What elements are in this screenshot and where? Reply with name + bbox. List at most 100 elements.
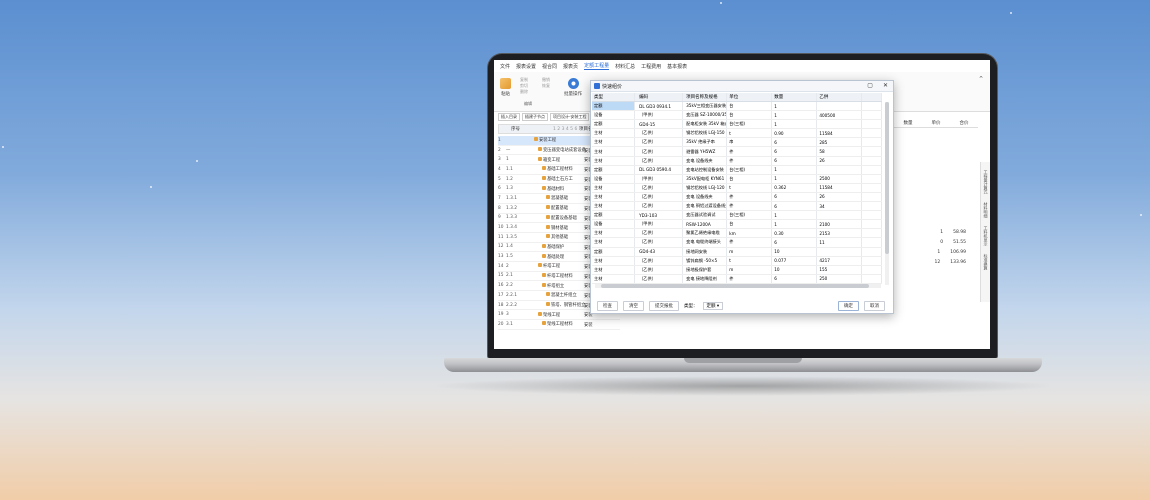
- dialog-row[interactable]: 设备 （甲供） RSW-1200A 台 1 2100: [592, 220, 882, 230]
- right-grid-row: 0 51.55: [894, 240, 978, 245]
- qty-cell: 1: [772, 102, 818, 111]
- name-cell: 接地极保护套: [683, 265, 728, 274]
- vertical-scrollbar[interactable]: [885, 102, 889, 285]
- extra-cell: [862, 147, 882, 156]
- dialog-row[interactable]: 定额 YD3-103 变压器试验调试 台(三相) 1: [592, 211, 882, 221]
- type-cell: 主材: [592, 138, 636, 147]
- supply-cell: 2153: [817, 229, 863, 238]
- menu-item[interactable]: 工程费用: [641, 63, 661, 70]
- menu-item[interactable]: 基本报表: [667, 63, 687, 70]
- row-number: 1: [498, 137, 501, 143]
- dialog-row[interactable]: 主材 （乙供） 钢芯铝绞线 LGJ-150 t 0.90 11584: [592, 129, 882, 139]
- qty-cell: 6: [772, 156, 818, 165]
- dialog-row[interactable]: 主材 （乙供） 变电 铜铝过渡设备线夹件 6 34: [592, 202, 882, 212]
- clear-button[interactable]: 清空: [623, 301, 644, 311]
- side-tab[interactable]: 材料明细: [983, 202, 989, 218]
- folder-icon: [546, 205, 550, 210]
- check-button[interactable]: 检查: [597, 301, 618, 311]
- row-number: 8: [498, 205, 501, 211]
- menu-item[interactable]: 材料汇总: [615, 63, 635, 70]
- dialog-row[interactable]: 主材 （乙供） 变电 接地降阻剂件 6 250: [592, 274, 882, 284]
- supply-cell: 155: [817, 265, 863, 274]
- toolbar-button[interactable]: 项目设计-安装工程: [550, 113, 590, 121]
- dialog-row[interactable]: 主材 （乙供） 钢芯铝绞线 LGJ-120 t 0.362 11584: [592, 183, 882, 193]
- dialog-row[interactable]: 主材 （乙供） 聚氯乙烯绝缘电缆 km 0.30 2153: [592, 229, 882, 239]
- supply-cell: [817, 165, 863, 174]
- menu-item[interactable]: 报表页: [563, 63, 578, 70]
- dialog-row[interactable]: 定额 GD4-43 接地网安装 m 10: [592, 247, 882, 257]
- row-name: 杆塔组立: [530, 282, 564, 289]
- type-cell: 主材: [592, 129, 636, 138]
- name-cell: 变电 设备线夹: [683, 156, 728, 165]
- type-select[interactable]: 定额 ▾: [702, 302, 724, 310]
- menu-bar: 文件 报表设置 视合同 报表页 定额工程量 材料汇总 工程费用 基本报表: [494, 60, 990, 72]
- horizontal-scrollbar[interactable]: [595, 284, 881, 288]
- row-name: 钢材基础: [530, 224, 568, 231]
- folder-icon: [542, 166, 546, 171]
- code-cell: （乙供）: [635, 156, 684, 165]
- name-cell: 变电站控制设备安装: [683, 165, 728, 174]
- extra-cell: [862, 183, 882, 192]
- dialog-row[interactable]: 主材 （乙供） 接地极保护套 m 10 155: [592, 265, 882, 275]
- dialog-row[interactable]: 定额 DL GD3 0590.4 变电站控制设备安装 台(三相) 1: [592, 165, 882, 175]
- ok-button[interactable]: 确定: [838, 301, 859, 311]
- dialog-row[interactable]: 主材 （乙供） 变电 电缆终端接头件 6 11: [592, 238, 882, 248]
- dialog-row[interactable]: 主材 （乙供） 变电 设备线夹件 6 26: [592, 192, 882, 203]
- dialog-row[interactable]: 主材 （乙供） 变电 设备线夹件 6 26: [592, 156, 882, 166]
- folder-icon: [538, 311, 542, 316]
- folder-icon: [546, 195, 550, 200]
- submit-button[interactable]: 提交报批: [649, 301, 679, 311]
- toolbar-button[interactable]: 插建子节点: [522, 113, 548, 121]
- tree-row[interactable]: 20 3.1 架线工程材料 安装: [498, 320, 620, 330]
- row-code: 1.3.1: [506, 195, 517, 201]
- row-number: 6: [498, 186, 501, 192]
- price-cell: 51.55: [953, 240, 966, 245]
- supply-cell: 11584: [817, 183, 863, 192]
- menu-item[interactable]: 文件: [500, 63, 510, 70]
- toolbar-button[interactable]: 插入目录: [498, 113, 520, 121]
- code-cell: （乙供）: [635, 274, 684, 283]
- dialog-row[interactable]: 设备 （甲供） 35kV配电柜 KYN61 台 1 2500: [592, 174, 882, 184]
- column-header: 乙供: [817, 93, 863, 101]
- extra-cell: [862, 138, 882, 147]
- star: [196, 160, 198, 162]
- row-code: 1.3.5: [506, 234, 517, 240]
- unit-cell: 台(三相): [727, 165, 773, 174]
- close-icon[interactable]: ✕: [883, 82, 888, 89]
- dialog-row[interactable]: 定额 GD4-15 配电柜安装 35kV 箱式 台(三相) 1: [592, 120, 882, 130]
- side-tab[interactable]: 标准换算: [983, 254, 989, 270]
- menu-item[interactable]: 视合同: [542, 63, 557, 70]
- dialog-title: 快速组价: [602, 83, 623, 90]
- paste-button[interactable]: 粘贴: [500, 78, 511, 97]
- code-cell: （乙供）: [635, 138, 684, 147]
- side-tab[interactable]: 工料机显示: [983, 226, 989, 246]
- side-tab[interactable]: 工程量计算式: [983, 170, 989, 194]
- row-number: 16: [498, 283, 504, 289]
- dialog-row[interactable]: 设备 （甲供） 变压器 SZ-10000/35 台 1 400500: [592, 111, 882, 121]
- redo-button[interactable]: 恢复: [542, 83, 550, 89]
- row-name: 架线工程材料: [530, 321, 573, 327]
- dialog-row[interactable]: 主材 （乙供） 镀锌扁钢 -50×5 t 0.077 4217: [592, 256, 882, 266]
- dialog-footer: 检查 清空 提交报批 类型： 定额 ▾ 确定 取消: [591, 299, 893, 313]
- menu-item[interactable]: 定额工程量: [584, 62, 610, 70]
- dialog-row[interactable]: 主材 （乙供） 35kV 绝缘子串串 6 285: [592, 138, 882, 148]
- dialog-row[interactable]: 主材 （乙供） 避雷器 YH5WZ 件 6 58: [592, 147, 882, 157]
- row-number: 7: [498, 195, 501, 201]
- batch-operation-button[interactable]: 批量操作: [564, 78, 582, 97]
- maximize-icon[interactable]: ▢: [867, 82, 873, 89]
- row-number: 11: [498, 234, 504, 240]
- supply-cell: 58: [817, 147, 863, 156]
- cancel-button[interactable]: 取消: [864, 301, 885, 311]
- name-cell: 变电 电缆终端接头: [683, 238, 728, 247]
- dialog-row[interactable]: 定额 DL GD3 0934.1 35kV三相变压器安装台 1: [592, 102, 882, 112]
- unit-cell: t: [727, 256, 773, 265]
- collapse-ribbon-icon[interactable]: ⌃: [978, 75, 984, 83]
- type-cell: 定额: [592, 247, 636, 256]
- type-cell: 设备: [592, 220, 636, 229]
- column-header: [862, 93, 882, 101]
- delete-button[interactable]: 删除: [520, 89, 528, 95]
- folder-icon: [542, 282, 546, 287]
- menu-item[interactable]: 报表设置: [516, 63, 536, 70]
- folder-icon: [538, 156, 542, 161]
- supply-cell: 285: [817, 138, 863, 147]
